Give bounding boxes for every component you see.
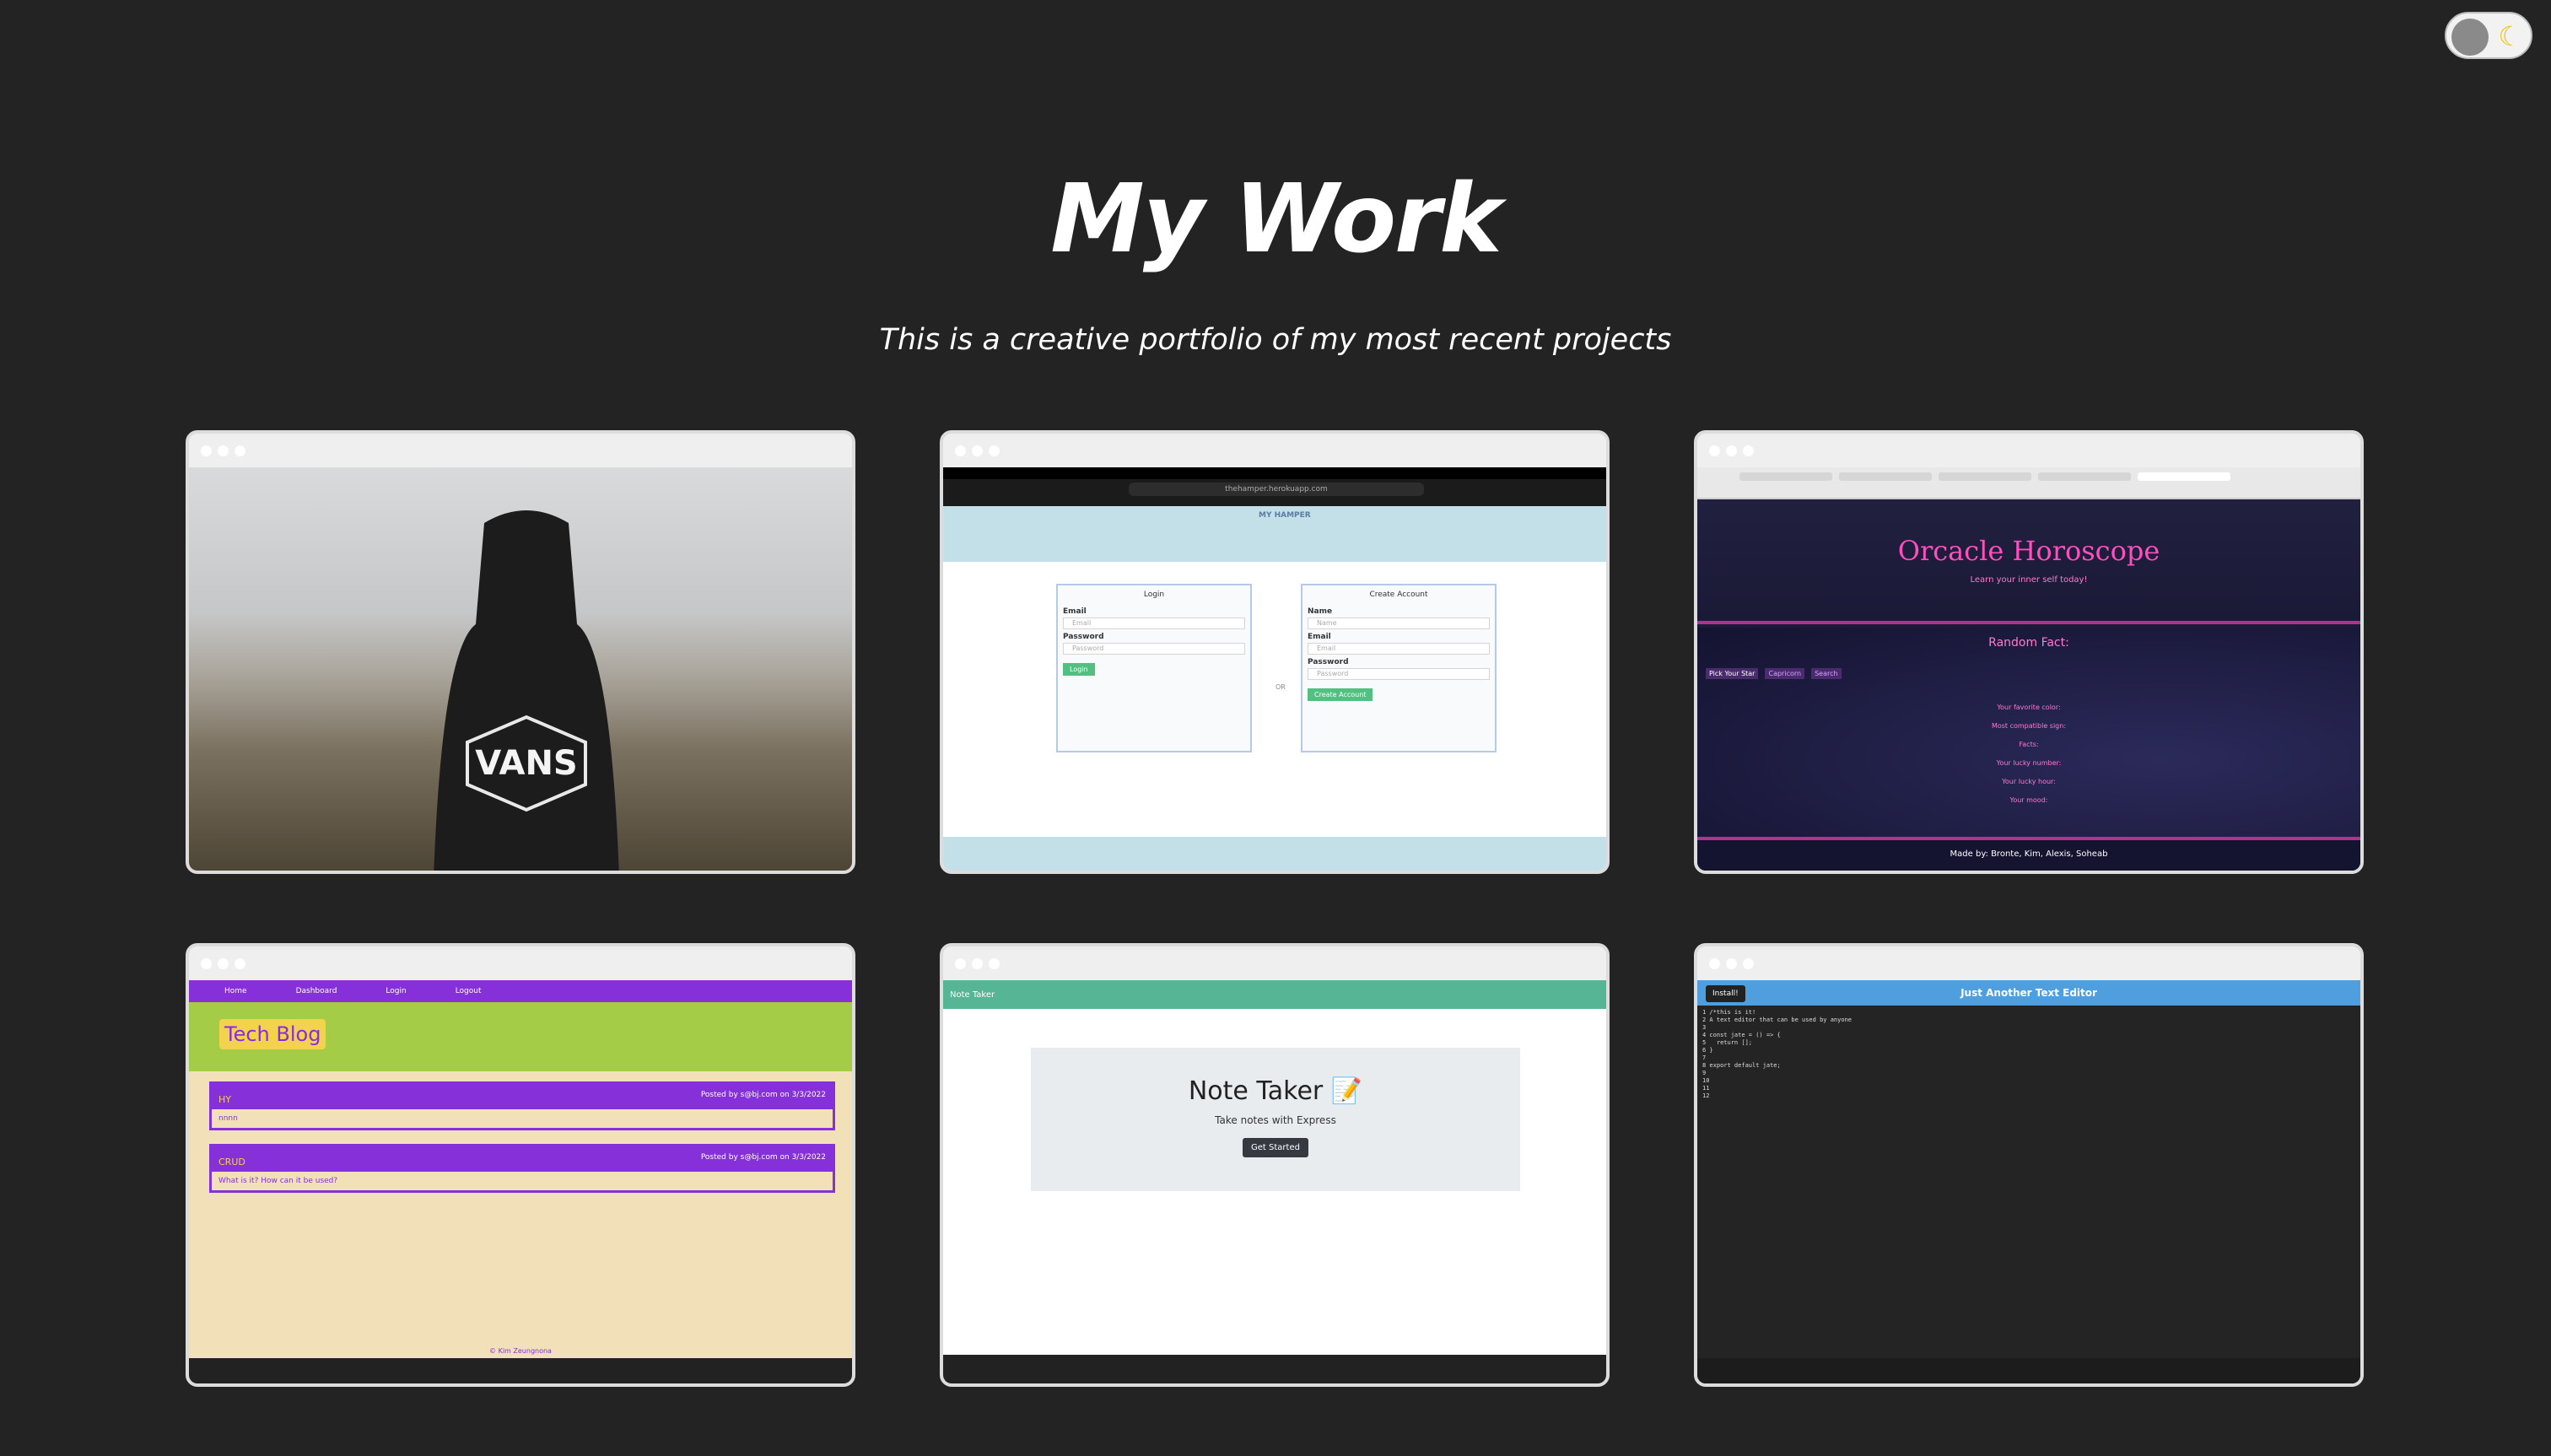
- horoscope-title: Orcacle Horoscope: [1897, 535, 2160, 567]
- window-bar: [189, 946, 852, 980]
- window-bar: [189, 434, 852, 467]
- page-title: My Work: [1050, 164, 1502, 274]
- blog-nav: Home Dashboard Login Logout: [189, 980, 852, 1002]
- blog-post: CRUD Posted by s@bj.com on 3/3/2022 What …: [209, 1144, 835, 1193]
- window-bar: [943, 946, 1606, 980]
- login-panel: Login Email Email Password Password Logi…: [1056, 584, 1252, 752]
- note-nav: Note Taker: [943, 980, 1606, 1009]
- page-subtitle: This is a creative portfolio of my most …: [879, 323, 1672, 357]
- svg-text:VANS: VANS: [475, 744, 577, 783]
- browser-chrome: thehamper.herokuapp.com: [943, 467, 1606, 506]
- editor-nav: Install! Just Another Text Editor: [1697, 980, 2360, 1006]
- blog-title: Tech Blog: [219, 1019, 326, 1049]
- portfolio-page: ☾ My Work This is a creative portfolio o…: [0, 0, 2551, 1456]
- blog-post: HY Posted by s@bj.com on 3/3/2022 nnnn: [209, 1081, 835, 1130]
- project-screenshot: Install! Just Another Text Editor 1 /*th…: [1697, 980, 2360, 1383]
- create-account-panel: Create Account Name Name Email Email Pas…: [1301, 584, 1497, 752]
- horoscope-body: [1697, 628, 2360, 847]
- project-card-horoscope[interactable]: Orcacle Horoscope Learn your inner self …: [1694, 430, 2364, 874]
- editor-footer: [1697, 1358, 2360, 1383]
- search-chips: Pick Your Star Capricorn Search: [1706, 668, 1842, 679]
- note-jumbotron: Note Taker 📝 Take notes with Express Get…: [1031, 1048, 1520, 1191]
- project-card-text-editor[interactable]: Install! Just Another Text Editor 1 /*th…: [1694, 943, 2364, 1387]
- hamper-footer: [943, 837, 1606, 871]
- toggle-knob: [2451, 19, 2489, 56]
- window-bar: [1697, 434, 2360, 467]
- dark-mode-toggle[interactable]: ☾: [2445, 12, 2532, 59]
- url-bar: thehamper.herokuapp.com: [1129, 483, 1424, 496]
- project-screenshot: Home Dashboard Login Logout Tech Blog HY…: [189, 980, 852, 1383]
- project-card-hamper[interactable]: thehamper.herokuapp.com MY HAMPER Login …: [940, 430, 1610, 874]
- window-bar: [1697, 946, 2360, 980]
- window-bar: [943, 434, 1606, 467]
- hamper-logo: MY HAMPER: [1259, 511, 1311, 520]
- code-area: 1 /*this is it! 2 A text editor that can…: [1702, 1009, 1853, 1099]
- project-card-note-taker[interactable]: Note Taker Note Taker 📝 Take notes with …: [940, 943, 1610, 1387]
- horoscope-footer: Made by: Bronte, Kim, Alexis, Soheab: [1697, 837, 2360, 871]
- browser-chrome: [1697, 467, 2360, 499]
- project-card-tech-blog[interactable]: Home Dashboard Login Logout Tech Blog HY…: [186, 943, 855, 1387]
- project-card-vans[interactable]: VANS: [186, 430, 855, 874]
- person-hoodie-illustration: VANS: [434, 510, 619, 871]
- moon-icon: ☾: [2498, 20, 2522, 52]
- project-screenshot: Note Taker Note Taker 📝 Take notes with …: [943, 980, 1606, 1383]
- project-screenshot: thehamper.herokuapp.com MY HAMPER Login …: [943, 467, 1606, 871]
- note-footer: [943, 1355, 1606, 1383]
- project-screenshot: Orcacle Horoscope Learn your inner self …: [1697, 467, 2360, 871]
- blog-banner: Tech Blog: [189, 1002, 852, 1071]
- blog-footer: [189, 1358, 852, 1383]
- project-screenshot: VANS: [189, 467, 852, 871]
